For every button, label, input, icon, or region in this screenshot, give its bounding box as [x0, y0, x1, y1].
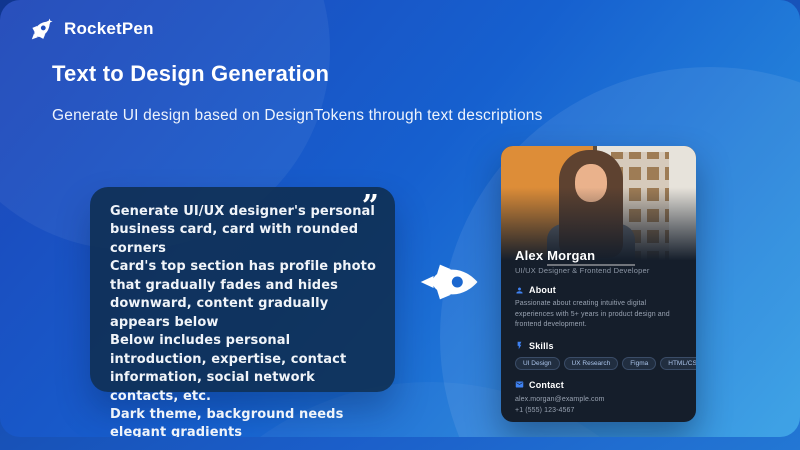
about-text: Passionate about creating intuitive digi…	[515, 299, 682, 331]
skill-tag: Figma	[622, 357, 656, 370]
profile-name: Alex Morgan	[515, 248, 682, 263]
profile-card-body: Alex Morgan UI/UX Designer & Frontend De…	[501, 248, 696, 422]
profile-card: Alex Morgan UI/UX Designer & Frontend De…	[501, 146, 696, 422]
skill-tag: UI Design	[515, 357, 560, 370]
skill-tag: HTML/CSS	[660, 357, 696, 370]
contact-email[interactable]: alex.morgan@example.com	[515, 395, 682, 406]
skills-label: Skills	[529, 341, 554, 351]
lightning-icon	[515, 341, 524, 350]
brand-logo: RocketPen	[26, 14, 154, 44]
prompt-card: ” Generate UI/UX designer's personal bus…	[90, 187, 395, 392]
profile-role: UI/UX Designer & Frontend Developer	[515, 266, 682, 275]
prompt-text: Generate UI/UX designer's personal busin…	[110, 203, 377, 437]
user-icon	[515, 286, 524, 295]
about-label: About	[529, 285, 556, 295]
rocket-icon	[26, 14, 56, 44]
content-panel: RocketPen Text to Design Generation Gene…	[0, 0, 800, 437]
contact-section: Contact alex.morgan@example.com +1 (555)…	[515, 380, 682, 417]
page-subtitle: Generate UI design based on DesignTokens…	[52, 107, 543, 125]
contact-label: Contact	[529, 380, 564, 390]
skill-tag: UX Research	[564, 357, 619, 370]
photo-fade-overlay	[501, 146, 696, 264]
about-section: About Passionate about creating intuitiv…	[515, 285, 682, 331]
profile-photo	[501, 146, 696, 264]
skills-section: Skills UI Design UX Research Figma HTML/…	[515, 341, 682, 370]
mail-icon	[515, 380, 524, 389]
page-title: Text to Design Generation	[52, 61, 329, 87]
transfer-rocket-icon	[418, 260, 482, 309]
quote-mark-icon: ”	[362, 189, 379, 224]
contact-phone[interactable]: +1 (555) 123-4567	[515, 406, 682, 417]
brand-name: RocketPen	[64, 19, 154, 39]
